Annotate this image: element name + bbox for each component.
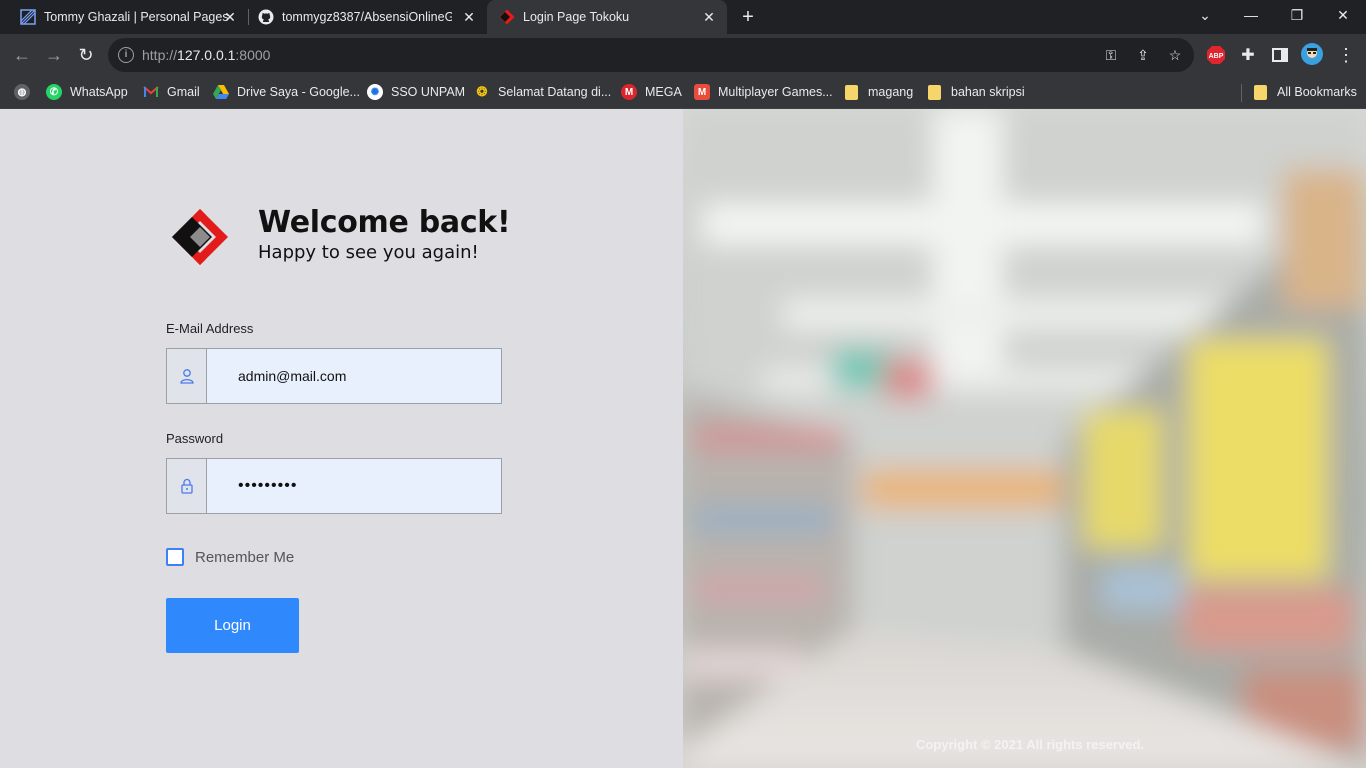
info-icon[interactable]: i bbox=[118, 47, 134, 63]
page-subtitle: Happy to see you again! bbox=[258, 242, 479, 263]
close-icon[interactable]: ✕ bbox=[701, 9, 717, 25]
bookmark-drive[interactable]: Drive Saya - Google... bbox=[213, 82, 360, 102]
reload-icon[interactable]: ↻ bbox=[74, 43, 98, 67]
remember-label: Remember Me bbox=[195, 548, 295, 566]
bookmark-multiplayer-games[interactable]: M Multiplayer Games... bbox=[694, 82, 833, 102]
tab-github[interactable]: tommygz8387/AbsensiOnlineGe ✕ bbox=[238, 0, 487, 34]
folder-icon bbox=[1254, 84, 1267, 100]
page-title: Welcome back! bbox=[258, 205, 511, 240]
bookmark-gmail[interactable]: Gmail bbox=[143, 82, 200, 102]
github-icon bbox=[258, 9, 274, 25]
crest-icon: ❂ bbox=[476, 84, 488, 99]
whatsapp-icon: ✆ bbox=[46, 84, 62, 100]
bookmark-folder-magang[interactable]: magang bbox=[845, 82, 913, 102]
tab-title: tommygz8387/AbsensiOnlineGe bbox=[282, 10, 452, 24]
menu-icon[interactable]: ⋮ bbox=[1334, 43, 1358, 67]
folder-icon bbox=[928, 84, 941, 100]
tab-login-page[interactable]: Login Page Tokoku ✕ bbox=[487, 0, 727, 34]
games-icon: M bbox=[694, 84, 710, 100]
svg-text:ABP: ABP bbox=[1209, 53, 1224, 60]
bookmark-mega[interactable]: M MEGA bbox=[621, 82, 682, 102]
new-tab-icon[interactable]: + bbox=[738, 6, 758, 28]
email-label: E-Mail Address bbox=[166, 321, 254, 336]
back-icon[interactable]: ← bbox=[10, 43, 34, 67]
tokoku-icon bbox=[499, 9, 515, 25]
bookmarks-divider bbox=[1241, 84, 1242, 102]
bookmark-whatsapp[interactable]: ✆ WhatsApp bbox=[46, 82, 128, 102]
bookmark-selamat-datang[interactable]: ❂ Selamat Datang di... bbox=[474, 82, 612, 102]
bookmark-folder-bahan-skripsi[interactable]: bahan skripsi bbox=[928, 82, 1025, 102]
restore-icon[interactable]: ❐ bbox=[1286, 4, 1308, 26]
sso-icon: ✺ bbox=[367, 84, 383, 100]
browser-toolbar: ← → ↻ i http://127.0.0.1:8000 ⚿ ⇪ ☆ ABP … bbox=[0, 34, 1366, 76]
adblock-icon[interactable]: ABP bbox=[1206, 45, 1226, 65]
share-icon[interactable]: ⇪ bbox=[1134, 46, 1152, 64]
email-field[interactable]: admin@mail.com bbox=[166, 348, 502, 404]
profile-avatar[interactable] bbox=[1301, 43, 1323, 65]
gmail-icon bbox=[143, 84, 159, 100]
lock-icon bbox=[167, 459, 207, 513]
all-bookmarks[interactable]: All Bookmarks bbox=[1254, 82, 1357, 102]
tab-title: Tommy Ghazali | Personal Pages bbox=[44, 10, 229, 24]
mega-icon: M bbox=[621, 84, 637, 100]
star-icon[interactable]: ☆ bbox=[1166, 46, 1184, 64]
apps-icon[interactable]: ◍ bbox=[14, 82, 30, 102]
site-icon bbox=[20, 9, 36, 25]
blurred-supermarket-image bbox=[683, 109, 1366, 768]
url-text[interactable]: http://127.0.0.1:8000 bbox=[142, 47, 270, 63]
address-bar[interactable]: i http://127.0.0.1:8000 ⚿ ⇪ ☆ bbox=[108, 38, 1194, 72]
close-window-icon[interactable]: ✕ bbox=[1332, 4, 1354, 26]
bookmarks-bar: ◍ ✆ WhatsApp Gmail Drive Saya - Google..… bbox=[0, 76, 1366, 109]
remember-me[interactable]: Remember Me bbox=[166, 548, 294, 566]
password-value[interactable]: ••••••••• bbox=[207, 459, 297, 513]
tab-title: Login Page Tokoku bbox=[523, 10, 630, 24]
close-icon[interactable]: ✕ bbox=[461, 9, 477, 25]
password-label: Password bbox=[166, 431, 224, 446]
tokoku-logo bbox=[166, 207, 230, 271]
forward-icon[interactable]: → bbox=[42, 43, 66, 67]
minimize-icon[interactable]: — bbox=[1240, 4, 1262, 26]
email-value[interactable]: admin@mail.com bbox=[207, 349, 346, 403]
remember-checkbox[interactable] bbox=[166, 548, 184, 566]
key-icon[interactable]: ⚿ bbox=[1102, 46, 1120, 64]
tab-personal-pages[interactable]: Tommy Ghazali | Personal Pages ✕ bbox=[0, 0, 248, 34]
user-icon bbox=[167, 349, 207, 403]
tab-search-icon[interactable]: ⌄ bbox=[1194, 4, 1216, 26]
extensions-icon[interactable]: ✚ bbox=[1238, 45, 1258, 65]
close-icon[interactable]: ✕ bbox=[222, 9, 238, 25]
login-panel: Welcome back! Happy to see you again! E-… bbox=[0, 109, 683, 768]
page-viewport: Welcome back! Happy to see you again! E-… bbox=[0, 109, 1366, 768]
side-panel-icon[interactable] bbox=[1270, 45, 1290, 65]
login-button[interactable]: Login bbox=[166, 598, 299, 653]
copyright-text: Copyright © 2021 All rights reserved. bbox=[916, 737, 1145, 752]
password-field[interactable]: ••••••••• bbox=[166, 458, 502, 514]
drive-icon bbox=[213, 84, 229, 100]
bookmark-sso-unpam[interactable]: ✺ SSO UNPAM bbox=[367, 82, 465, 102]
folder-icon bbox=[845, 84, 858, 100]
tab-strip: Tommy Ghazali | Personal Pages ✕ tommygz… bbox=[0, 0, 1366, 34]
hero-image: Copyright © 2021 All rights reserved. bbox=[683, 109, 1366, 768]
